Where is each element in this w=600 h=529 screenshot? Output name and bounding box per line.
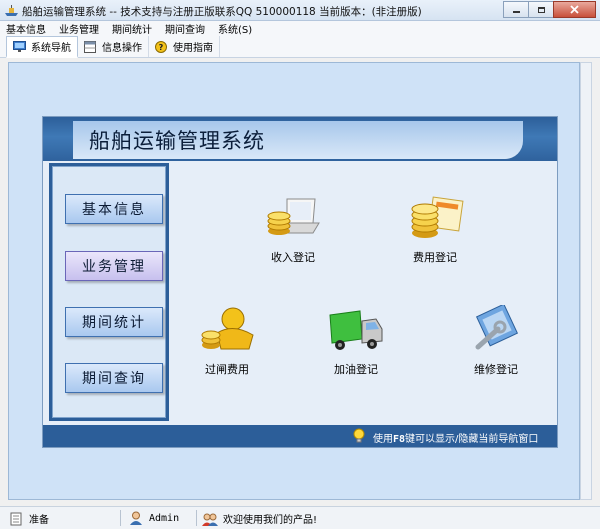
user-icon [130, 511, 142, 525]
menu-bar: 基本信息 业务管理 期间统计 期间查询 系统(S) [0, 21, 600, 36]
truck-icon [329, 310, 383, 350]
feature-label: 过闸费用 [205, 363, 249, 376]
tab-label: 系统导航 [31, 43, 71, 54]
feature-label: 加油登记 [334, 363, 378, 376]
nav-button-period-stats[interactable]: 期间统计 [65, 307, 163, 337]
tab-label: 信息操作 [102, 43, 142, 54]
status-ready-text: 准备 [29, 515, 49, 526]
feature-fuel[interactable]: 加油登记 [311, 305, 401, 377]
nav-button-period-query[interactable]: 期间查询 [65, 363, 163, 393]
status-user-name: Admin [149, 512, 180, 524]
window-titlebar: 船舶运输管理系统 -- 技术支持与注册正版联系QQ 510000118 当前版本… [0, 0, 600, 21]
panel-title: 船舶运输管理系统 [89, 129, 265, 153]
page-icon [10, 512, 22, 525]
repair-tools-icon [475, 305, 519, 350]
feature-area: 收入登记 费用登记 过闸费用 加油登记 维修登记 [173, 163, 553, 421]
feature-expense[interactable]: 费用登记 [390, 193, 480, 265]
feature-label: 费用登记 [413, 251, 457, 264]
nav-button-basic-info[interactable]: 基本信息 [65, 194, 163, 224]
laptop-coins-icon [267, 198, 320, 235]
nav-sidebar: 基本信息 业务管理 期间统计 期间查询 [49, 163, 169, 421]
navigation-panel: 船舶运输管理系统 基本信息 业务管理 期间统计 期间查询 收入登记 费用登记 过… [42, 116, 558, 448]
bills-coins-icon [411, 196, 464, 238]
menu-period-stats[interactable]: 期间统计 [112, 21, 152, 36]
window-title: 船舶运输管理系统 -- 技术支持与注册正版联系QQ 510000118 当前版本… [22, 6, 422, 18]
feature-repair[interactable]: 维修登记 [451, 305, 541, 377]
tab-label: 使用指南 [173, 43, 213, 54]
hint-key: F8 [393, 434, 406, 445]
ship-app-icon [5, 5, 18, 16]
status-welcome: 欢迎使用我们的产品! [202, 511, 317, 526]
restore-icon [537, 7, 545, 13]
gold-bag-icon [201, 307, 254, 350]
close-icon [570, 5, 579, 14]
menu-business[interactable]: 业务管理 [59, 21, 99, 36]
tab-user-guide[interactable]: ? 使用指南 [149, 36, 220, 57]
status-bar: 准备 Admin 欢迎使用我们的产品! [0, 506, 600, 529]
status-user: Admin [128, 511, 179, 525]
tab-info-ops[interactable]: 信息操作 [78, 36, 149, 57]
tab-bar: 系统导航 信息操作 ? 使用指南 [0, 36, 600, 58]
window-controls [503, 1, 596, 18]
users-icon [202, 513, 218, 526]
feature-income[interactable]: 收入登记 [248, 193, 338, 265]
menu-period-query[interactable]: 期间查询 [165, 21, 205, 36]
grid-icon [84, 40, 96, 53]
panel-footer: 使用F8键可以显示/隐藏当前导航窗口 [43, 425, 557, 447]
minimize-icon [512, 11, 520, 13]
nav-hint: 使用F8键可以显示/隐藏当前导航窗口 [373, 434, 539, 445]
minimize-button[interactable] [503, 1, 529, 18]
close-button[interactable] [553, 1, 596, 18]
status-welcome-text: 欢迎使用我们的产品! [223, 515, 318, 526]
panel-header: 船舶运输管理系统 [43, 117, 557, 161]
status-ready: 准备 [8, 511, 49, 526]
lightbulb-icon [353, 428, 365, 443]
help-icon: ? [155, 40, 167, 53]
nav-button-business[interactable]: 业务管理 [65, 251, 163, 281]
tab-system-nav[interactable]: 系统导航 [6, 36, 78, 58]
feature-lock-fee[interactable]: 过闸费用 [182, 305, 272, 377]
monitor-icon [13, 40, 26, 52]
maximize-button[interactable] [528, 1, 554, 18]
menu-basic-info[interactable]: 基本信息 [6, 21, 46, 36]
feature-label: 维修登记 [474, 363, 518, 376]
menu-system[interactable]: 系统(S) [218, 21, 252, 36]
svg-text:?: ? [159, 43, 164, 52]
feature-label: 收入登记 [271, 251, 315, 264]
vertical-scrollbar[interactable] [580, 62, 592, 500]
